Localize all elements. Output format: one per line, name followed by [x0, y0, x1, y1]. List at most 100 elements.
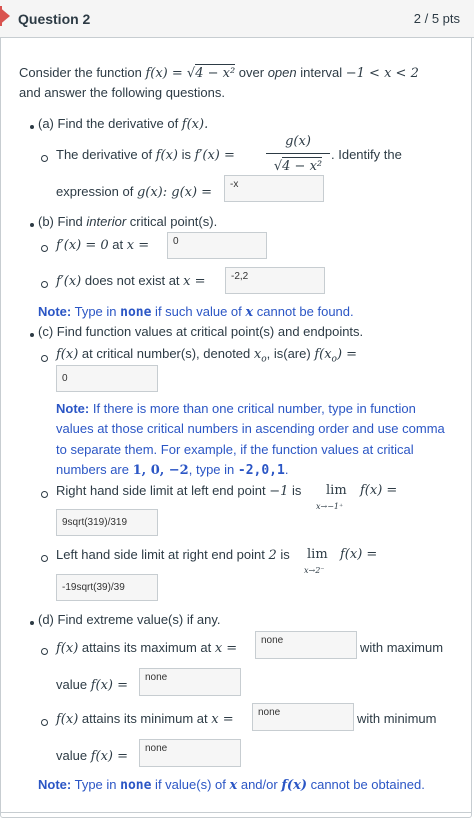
- intro-function: f(x) = √4 − x²: [145, 64, 236, 81]
- identify-text: . Identify the: [331, 147, 402, 162]
- max-with-text: with maximum: [360, 640, 444, 655]
- fprime-dne-math: f′(x): [56, 274, 82, 289]
- part-b-note: Note: Type in none if such value of x ca…: [38, 304, 354, 321]
- bullet: [30, 223, 34, 227]
- critical-value-input[interactable]: 0: [56, 365, 158, 392]
- lhs-lim-word: lim: [307, 547, 328, 562]
- rhs-lim-sub: x→−1⁺: [316, 502, 344, 511]
- note-text: cannot be obtained.: [306, 777, 425, 792]
- sub-bullet: [41, 355, 48, 362]
- rhs-lim-word: lim: [326, 483, 347, 498]
- max-x-input[interactable]: none: [255, 631, 357, 659]
- sub-bullet: [41, 719, 48, 726]
- expression-line: expression of g(x): g(x) =: [56, 184, 212, 201]
- intro-over: over: [235, 65, 268, 80]
- note-example-input: -2,0,1: [237, 463, 285, 478]
- sub-bullet: [41, 491, 48, 498]
- note-label: Note:: [56, 401, 90, 416]
- lhs-lim-fx: f(x) =: [340, 547, 378, 562]
- bullet: [30, 621, 34, 625]
- fraction-denominator: √4 − x²: [273, 157, 323, 174]
- note-label: Note:: [38, 304, 72, 319]
- critical-point-input[interactable]: 0: [167, 232, 267, 259]
- part-b-item-2: f′(x) does not exist at x =: [56, 273, 206, 290]
- expression-text: expression of: [56, 184, 137, 199]
- part-c-item-2: Right hand side limit at left end point …: [56, 483, 301, 500]
- bullet: [30, 333, 34, 337]
- critical-eq: f(x: [314, 347, 332, 362]
- part-d-note: Note: Type in none if value(s) of x and/…: [38, 777, 425, 794]
- note-label: Note:: [38, 777, 72, 792]
- note-text: if such value of: [151, 304, 246, 319]
- rhs-limit-point: −1: [269, 484, 289, 499]
- max-value-input[interactable]: none: [139, 668, 241, 696]
- min-value-fx: f(x) =: [90, 749, 129, 764]
- max-value-fx: f(x) =: [90, 678, 129, 693]
- note-x: x: [245, 305, 254, 320]
- lhs-limit-point: 2: [268, 548, 277, 563]
- part-b-heading-interior: interior: [86, 214, 127, 229]
- lhs-limit-input[interactable]: -19sqrt(39)/39: [56, 574, 158, 601]
- note-text: and/or: [237, 777, 282, 792]
- sub-bullet: [41, 281, 48, 288]
- lhs-limit-is: is: [276, 547, 290, 562]
- note-text: numbers are: [56, 462, 133, 477]
- part-b-heading-a: (b) Find: [38, 214, 87, 229]
- rhs-limit-text: Right hand side limit at left end point: [56, 483, 270, 498]
- bullet: [30, 125, 34, 129]
- critical-eq-2: ) =: [336, 347, 358, 362]
- rhs-limit-input[interactable]: 9sqrt(319)/319: [56, 509, 158, 536]
- part-c-note-line-3: to separate them. For example, if the fu…: [56, 442, 414, 457]
- note-text: Type in: [71, 304, 121, 319]
- derivative-text: The derivative of: [56, 147, 156, 162]
- max-fx: f(x): [56, 641, 79, 656]
- intro-interval-word: interval: [296, 65, 346, 80]
- part-c-note-line-4: numbers are 1, 0, −2, type in -2,0,1.: [56, 462, 288, 479]
- dne-point-input[interactable]: -2,2: [225, 267, 325, 294]
- note-text: , type in: [188, 462, 238, 477]
- lhs-lim-sub: x→2⁻: [304, 566, 325, 575]
- note-text: Type in: [71, 777, 121, 792]
- card-footer-divider: [0, 812, 472, 813]
- note-none: none: [120, 778, 152, 793]
- fraction-numerator: g(x): [285, 134, 311, 149]
- derivative-fprime: f′(x) =: [194, 148, 235, 163]
- min-value-input[interactable]: none: [139, 739, 241, 767]
- min-x-input[interactable]: none: [252, 703, 354, 731]
- fprime-zero-math: f′(x) = 0: [56, 238, 109, 253]
- max-value-line: value f(x) =: [56, 677, 128, 694]
- part-c-note-line-2: values at those critical numbers in asce…: [56, 421, 445, 436]
- fprime-dne-text: does not exist at: [81, 273, 184, 288]
- max-text: attains its maximum at: [78, 640, 215, 655]
- question-header: Question 2 2 / 5 pts: [0, 0, 474, 38]
- flag-icon[interactable]: [0, 6, 10, 26]
- min-with-text: with minimum: [357, 711, 437, 726]
- note-none: none: [120, 305, 152, 320]
- note-fx: f(x): [281, 778, 307, 793]
- min-value-line: value f(x) =: [56, 748, 128, 765]
- part-d-min-line: f(x) attains its minimum at x =: [56, 711, 234, 728]
- part-b-item-1: f′(x) = 0 at x =: [56, 237, 149, 254]
- question-points: 2 / 5 pts: [413, 11, 460, 26]
- part-a-heading: (a) Find the derivative of f(x).: [38, 116, 208, 133]
- note-text: if value(s) of: [151, 777, 230, 792]
- part-a-derivative-line: The derivative of f(x) is f′(x) =: [56, 147, 235, 164]
- part-c-note-line-1: Note: If there is more than one critical…: [56, 401, 416, 417]
- part-c-item-3: Left hand side limit at right end point …: [56, 547, 290, 564]
- part-a-heading-math: f(x).: [181, 117, 209, 132]
- fraction-denominator-text: 4 − x²: [282, 157, 323, 174]
- min-x: x =: [211, 712, 234, 727]
- intro-line: Consider the function f(x) = √4 − x² ove…: [19, 64, 419, 82]
- sub-bullet: [41, 555, 48, 562]
- intro-text: Consider the function: [19, 65, 146, 80]
- intro-interval: −1 < x < 2: [345, 66, 419, 81]
- fraction-bar: [266, 153, 330, 154]
- intro-line-2: and answer the following questions.: [19, 85, 225, 100]
- question-title: Question 2: [18, 11, 91, 27]
- note-text: cannot be found.: [253, 304, 354, 319]
- expression-math: g(x): g(x) =: [136, 185, 213, 200]
- fraction: g(x): [266, 134, 330, 149]
- max-x: x =: [214, 641, 238, 656]
- g-expression-input[interactable]: -x: [224, 175, 324, 202]
- rhs-limit-is: is: [288, 483, 302, 498]
